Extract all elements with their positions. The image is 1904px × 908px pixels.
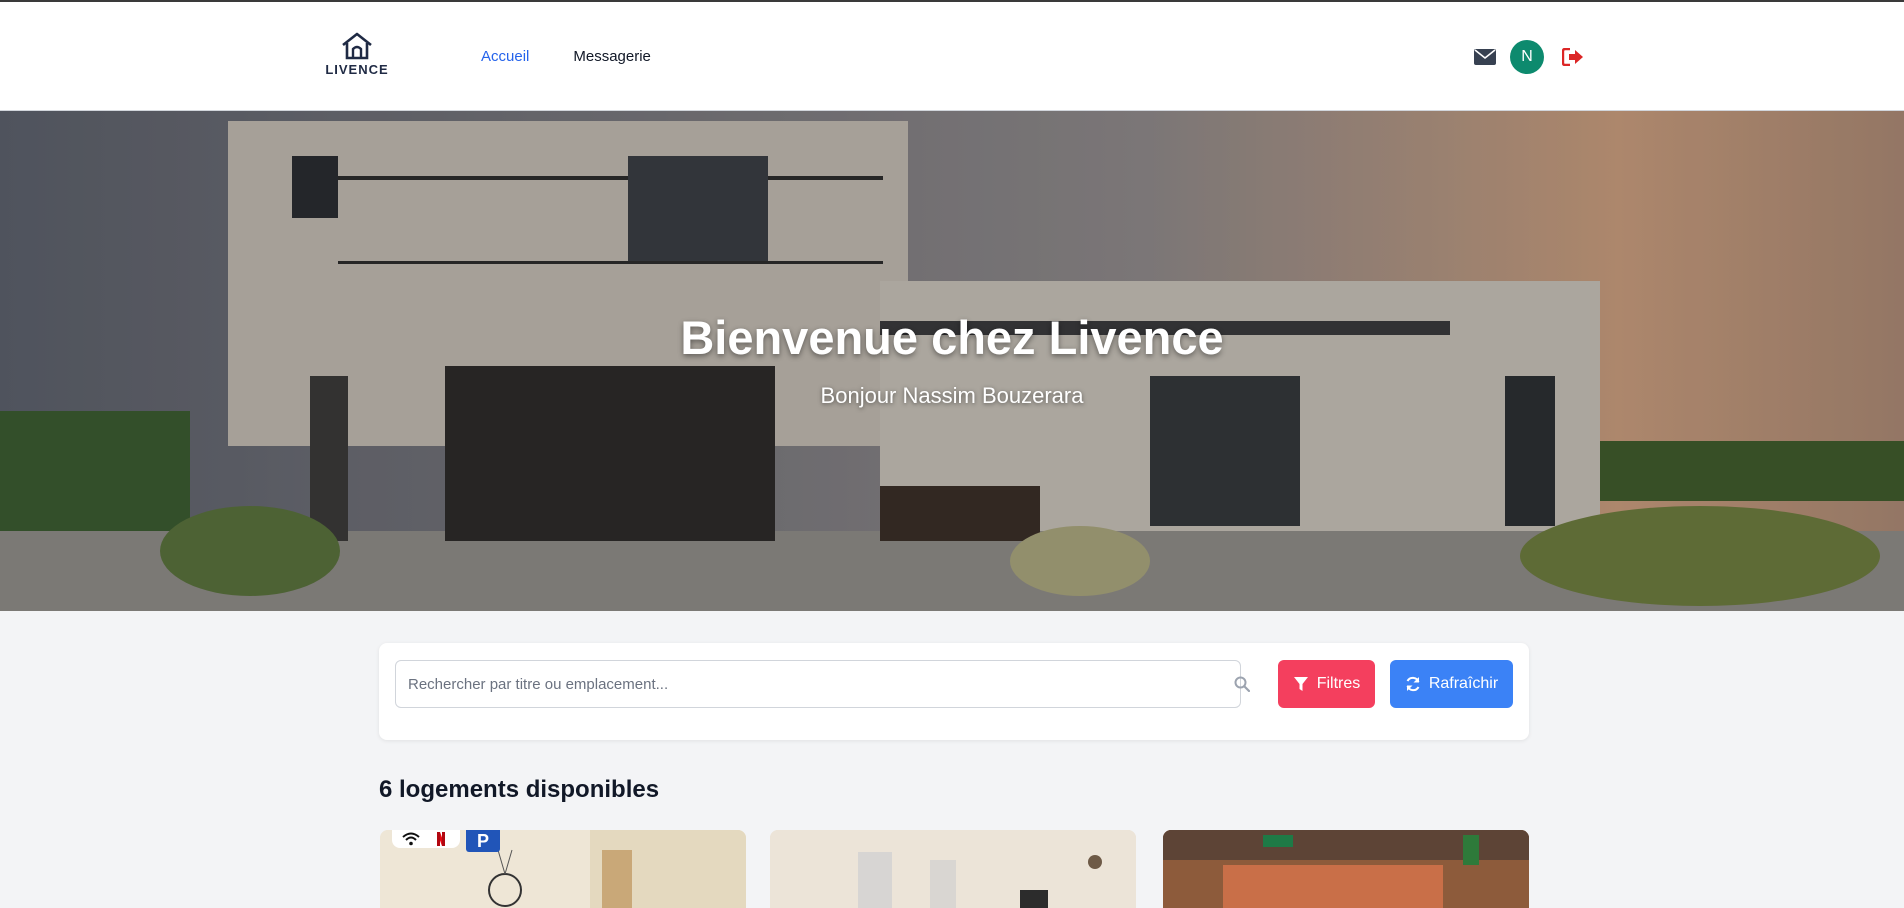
- listing-photo: [1163, 830, 1529, 908]
- netflix-icon: [437, 832, 445, 846]
- listing-card[interactable]: [770, 830, 1136, 908]
- refresh-button[interactable]: Rafraîchir: [1390, 660, 1513, 708]
- amenity-badges: P: [392, 830, 500, 852]
- nav-link-messages[interactable]: Messagerie: [573, 48, 651, 65]
- user-avatar[interactable]: N: [1510, 40, 1544, 74]
- listings-count-heading: 6 logements disponibles: [379, 776, 660, 803]
- filters-button[interactable]: Filtres: [1278, 660, 1375, 708]
- wifi-icon: [402, 832, 420, 846]
- hero-banner: Bienvenue chez Livence Bonjour Nassim Bo…: [0, 111, 1904, 611]
- listing-card[interactable]: [1163, 830, 1529, 908]
- mail-icon[interactable]: [1474, 49, 1496, 65]
- header-actions: N: [1474, 40, 1584, 74]
- nav-link-home[interactable]: Accueil: [481, 48, 529, 65]
- brand-logo[interactable]: LIVENCE: [323, 32, 391, 82]
- home-logo-icon: [342, 32, 372, 60]
- hero-subtitle: Bonjour Nassim Bouzerara: [820, 383, 1084, 408]
- search-panel: Filtres Rafraîchir: [379, 643, 1529, 740]
- top-navbar: LIVENCE Accueil Messagerie N: [0, 0, 1904, 111]
- filter-icon: [1293, 677, 1308, 691]
- amenity-pill: [392, 830, 460, 848]
- brand-name: LIVENCE: [325, 62, 389, 77]
- logout-icon[interactable]: [1562, 48, 1584, 66]
- main-nav: Accueil Messagerie: [481, 48, 651, 65]
- refresh-button-label: Rafraîchir: [1428, 675, 1499, 692]
- filters-button-label: Filtres: [1316, 675, 1361, 692]
- listing-photo: [770, 830, 1136, 908]
- search-input[interactable]: [395, 660, 1241, 708]
- search-icon: [1234, 676, 1250, 692]
- refresh-icon: [1406, 676, 1420, 692]
- hero-title: Bienvenue chez Livence: [680, 311, 1224, 364]
- parking-icon: P: [466, 830, 500, 852]
